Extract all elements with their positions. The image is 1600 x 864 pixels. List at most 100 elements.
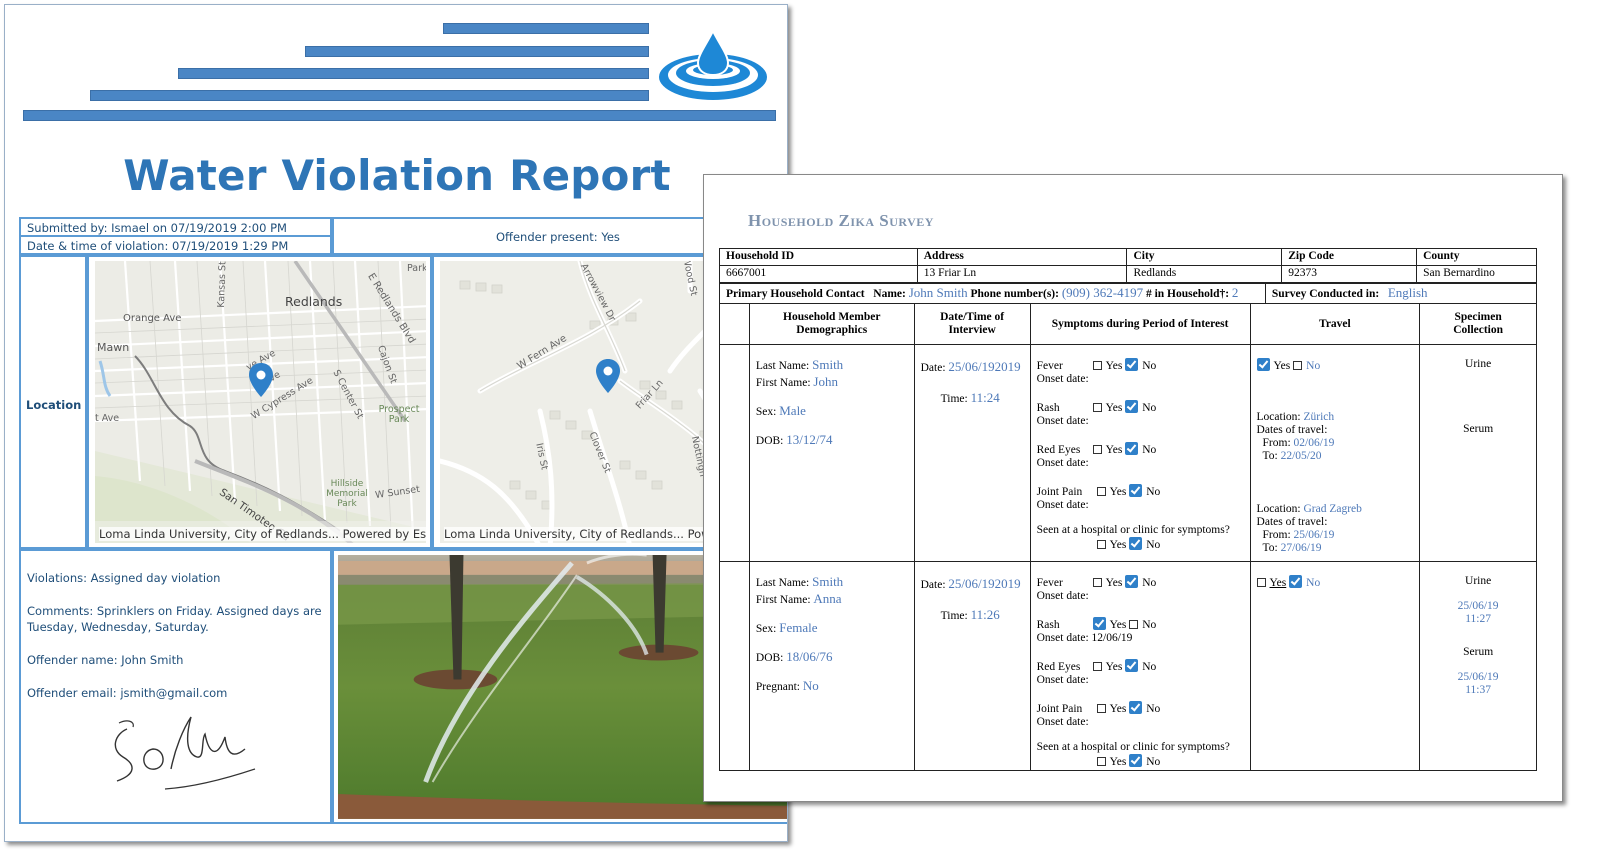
no-label: No — [1306, 360, 1321, 372]
sex-value[interactable]: Male — [779, 403, 806, 418]
hospital-no-checkbox-checked[interactable] — [1129, 537, 1143, 550]
travel-from-value[interactable]: 25/06/19 — [1294, 529, 1335, 541]
travel-location-value[interactable]: Grad Zagreb — [1303, 503, 1361, 515]
phone-value[interactable]: (909) 362-4197 — [1062, 285, 1143, 300]
no-label: No — [1146, 756, 1161, 768]
violation-date-text: Date & time of violation: 07/19/2019 1:2… — [27, 239, 289, 253]
primary-contact-label: Primary Household Contact — [726, 288, 865, 300]
rash-onset-date-value[interactable]: Onset date: 12/06/19 — [1037, 632, 1244, 645]
header-zip-code: Zip Code — [1281, 248, 1418, 266]
dates-of-travel-label: Dates of travel: — [1256, 516, 1328, 528]
no-label: No — [1142, 444, 1157, 456]
yes-label: Yes — [1269, 577, 1287, 589]
travel-yes-checkbox[interactable] — [1256, 578, 1266, 587]
last-name-label: Last Name: — [755, 577, 810, 589]
specimen-urine-date[interactable]: 25/06/19 — [1426, 600, 1530, 613]
header-date-time-line-1: Date/Time of — [940, 311, 1005, 323]
header-address: Address — [916, 248, 1128, 266]
first-name-label: First Name: — [755, 377, 811, 389]
joint-pain-yes-checkbox[interactable] — [1096, 704, 1106, 713]
specimen-serum-label: Serum — [1463, 423, 1494, 435]
location-pin-icon[interactable] — [249, 363, 273, 397]
yes-label: Yes — [1273, 360, 1291, 372]
dob-value[interactable]: 13/12/74 — [786, 432, 832, 447]
fever-no-checkbox-checked[interactable] — [1125, 575, 1139, 588]
interview-time-value[interactable]: 11:24 — [971, 390, 1000, 405]
rash-no-checkbox[interactable] — [1129, 620, 1139, 629]
dob-value[interactable]: 18/06/76 — [786, 649, 832, 664]
red-eyes-yes-checkbox[interactable] — [1092, 662, 1102, 671]
map-label-hillside-memorial-park: Hillside Memorial Park — [326, 479, 368, 509]
interview-time-value[interactable]: 11:26 — [971, 607, 1000, 622]
zip-code-value[interactable]: 92373 — [1281, 265, 1418, 283]
symptom-rash-label: Rash — [1036, 619, 1060, 631]
map-label-mawn: Mawn — [97, 341, 130, 354]
household-id-value[interactable]: 6667001 — [719, 265, 918, 283]
last-name-value[interactable]: Smith — [812, 574, 843, 589]
no-label: No — [1142, 619, 1157, 631]
location-pin-icon[interactable] — [596, 359, 620, 393]
member-2-symptoms: Fever Yes No Onset date: Rash Yes No Onset… — [1029, 561, 1251, 771]
sex-value[interactable]: Female — [779, 620, 817, 635]
seen-at-hospital-label: Seen at a hospital or clinic for symptom… — [1036, 741, 1230, 753]
no-label: No — [1142, 402, 1157, 414]
specimen-serum-date[interactable]: 25/06/19 — [1426, 671, 1530, 684]
hospital-yes-checkbox[interactable] — [1096, 757, 1106, 766]
fever-yes-checkbox[interactable] — [1092, 361, 1102, 370]
pregnant-value[interactable]: No — [803, 678, 819, 693]
red-eyes-no-checkbox-checked[interactable] — [1125, 442, 1139, 455]
specimen-urine-time[interactable]: 11:27 — [1426, 613, 1530, 626]
interview-date-value[interactable]: 25/06/192019 — [948, 359, 1020, 374]
address-value[interactable]: 13 Friar Ln — [916, 265, 1128, 283]
fever-yes-checkbox[interactable] — [1092, 578, 1102, 587]
survey-title: Household Zika Survey — [748, 211, 934, 230]
first-name-value[interactable]: John — [813, 374, 838, 389]
travel-to-value[interactable]: 27/06/19 — [1281, 542, 1322, 554]
survey-conducted-value[interactable]: English — [1388, 285, 1428, 300]
contact-name-value[interactable]: John Smith — [909, 285, 968, 300]
travel-location-value[interactable]: Zürich — [1303, 411, 1334, 423]
row-index-cell — [719, 561, 750, 771]
travel-location-label: Location: — [1256, 411, 1301, 423]
to-label: To: — [1262, 542, 1278, 554]
yes-label: Yes — [1109, 703, 1127, 715]
red-eyes-yes-checkbox[interactable] — [1092, 445, 1102, 454]
interview-date-value[interactable]: 25/06/192019 — [948, 576, 1020, 591]
joint-pain-yes-checkbox[interactable] — [1096, 487, 1106, 496]
header-symptoms: Symptoms during Period of Interest — [1029, 303, 1251, 345]
travel-no-checkbox-checked[interactable] — [1289, 575, 1303, 588]
travel-no-checkbox[interactable] — [1293, 361, 1303, 370]
from-label: From: — [1262, 529, 1291, 541]
violation-details-cell: Violations: Assigned day violation Comme… — [19, 549, 332, 824]
header-county: County — [1416, 248, 1537, 266]
time-label: Time: — [940, 610, 968, 622]
survey-conducted-cell: Survey Conducted in: English — [1264, 283, 1538, 304]
hospital-no-checkbox-checked[interactable] — [1129, 754, 1143, 767]
travel-yes-checkbox-checked[interactable] — [1256, 358, 1270, 371]
household-count-value[interactable]: 2 — [1232, 285, 1239, 300]
header-specimen-line-2: Collection — [1453, 324, 1504, 336]
report-title: Water Violation Report — [123, 151, 671, 200]
joint-pain-no-checkbox-checked[interactable] — [1129, 701, 1143, 714]
header-bar-2 — [305, 46, 649, 57]
joint-pain-no-checkbox-checked[interactable] — [1129, 484, 1143, 497]
rash-no-checkbox-checked[interactable] — [1125, 400, 1139, 413]
rash-yes-checkbox-checked[interactable] — [1092, 617, 1106, 630]
travel-to-value[interactable]: 22/05/20 — [1281, 450, 1322, 462]
travel-from-value[interactable]: 02/06/19 — [1294, 437, 1335, 449]
onset-date-label: Onset date: — [1036, 590, 1089, 602]
county-value[interactable]: San Bernardino — [1416, 265, 1537, 283]
red-eyes-no-checkbox-checked[interactable] — [1125, 659, 1139, 672]
specimen-serum-time[interactable]: 11:37 — [1426, 684, 1530, 697]
city-value[interactable]: Redlands — [1126, 265, 1283, 283]
header-bar-5 — [23, 110, 776, 121]
map-overview[interactable]: Redlands Orange Ave Mawn Prospect Park H… — [95, 261, 426, 543]
fever-no-checkbox-checked[interactable] — [1125, 358, 1139, 371]
offender-signature — [114, 716, 256, 790]
first-name-value[interactable]: Anna — [813, 591, 841, 606]
last-name-label: Last Name: — [755, 360, 810, 372]
last-name-value[interactable]: Smith — [812, 357, 843, 372]
rash-yes-checkbox[interactable] — [1092, 403, 1102, 412]
hospital-yes-checkbox[interactable] — [1096, 540, 1106, 549]
header-bar-1 — [443, 23, 649, 34]
